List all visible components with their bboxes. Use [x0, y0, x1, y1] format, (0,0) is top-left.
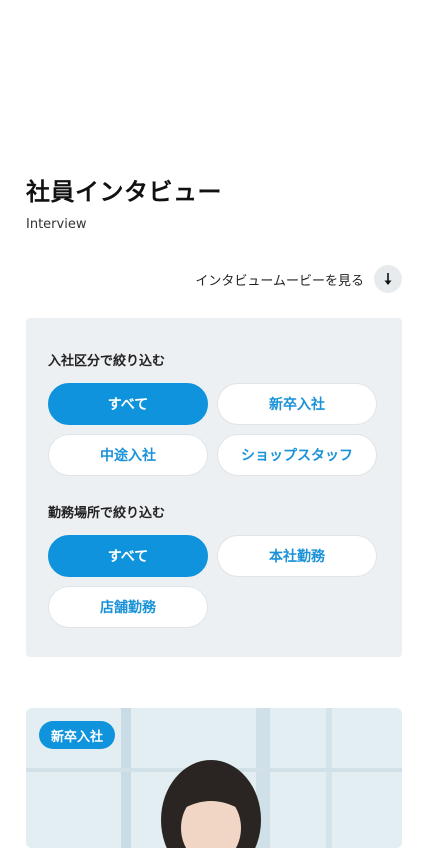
- page-title: 社員インタビュー: [26, 178, 222, 206]
- interview-card[interactable]: 新卒入社: [26, 708, 402, 848]
- filter-shop-staff-button[interactable]: ショップスタッフ: [217, 434, 377, 476]
- interview-movie-label: インタビュームービーを見る: [195, 273, 364, 289]
- arrow-down-icon[interactable]: [374, 265, 402, 293]
- filter-hire-all-button[interactable]: すべて: [48, 383, 208, 425]
- filter-store-button[interactable]: 店舗勤務: [48, 586, 208, 628]
- interview-movie-link[interactable]: インタビュームービーを見る: [195, 264, 402, 294]
- filter-new-grad-button[interactable]: 新卒入社: [217, 383, 377, 425]
- filter-mid-career-button[interactable]: 中途入社: [48, 434, 208, 476]
- filter-workplace-all-button[interactable]: すべて: [48, 535, 208, 577]
- filter-heading-hire-type: 入社区分で絞り込む: [48, 354, 166, 369]
- filter-head-office-button[interactable]: 本社勤務: [217, 535, 377, 577]
- card-badge: 新卒入社: [39, 721, 116, 749]
- page-subtitle: Interview: [26, 217, 87, 232]
- filter-heading-workplace: 勤務場所で絞り込む: [48, 506, 166, 521]
- filter-panel: 入社区分で絞り込む すべて 新卒入社 中途入社 ショップスタッフ 勤務場所で絞り…: [26, 318, 402, 657]
